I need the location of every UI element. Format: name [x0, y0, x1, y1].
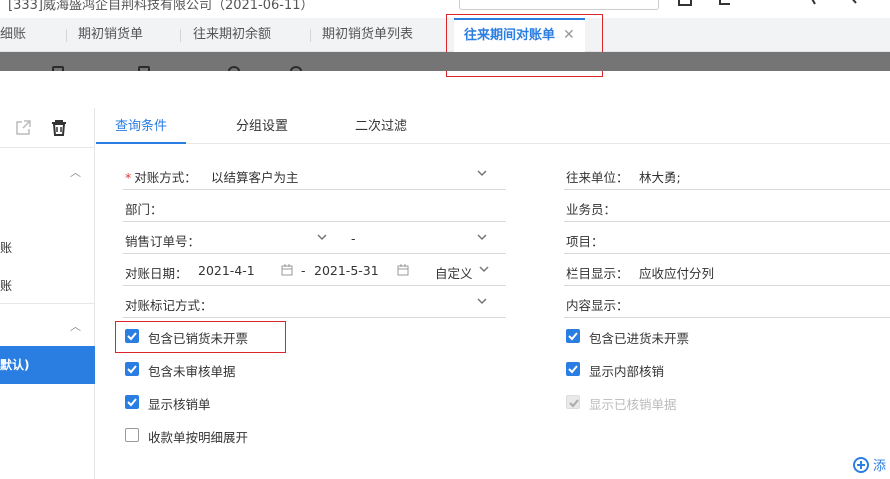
top-header: [333]威海盛鸿企自荆科技有限公司（2021-06-11）	[0, 0, 890, 18]
close-icon[interactable]: ✕	[563, 27, 575, 43]
partner-value: 林大勇;	[639, 170, 681, 185]
checkbox-label: 包含已进货未开票	[589, 331, 690, 346]
tab-separator	[310, 29, 311, 42]
field-mark-method[interactable]: 对账标记方式：	[123, 286, 506, 318]
tab-query-conditions[interactable]: 查询条件	[96, 108, 187, 144]
chevron-up-icon[interactable]: ︿	[70, 318, 81, 334]
chevron-down-icon[interactable]	[476, 295, 488, 307]
chevron-down-icon[interactable]	[478, 263, 490, 275]
open-external-icon[interactable]	[14, 119, 32, 137]
tab-period-statement[interactable]: 往来期间对账单 ✕	[454, 18, 585, 52]
tab-opening-sales[interactable]: 期初销货单	[78, 18, 143, 52]
checkbox-label: 显示核销单	[148, 397, 211, 412]
field-salesman[interactable]: 业务员：	[564, 190, 890, 222]
salesman-label: 业务员：	[566, 202, 617, 217]
sales-order-label: 销售订单号：	[125, 234, 201, 249]
sub-tab-bar: 查询条件 分组设置 二次过滤	[96, 108, 890, 144]
tab-secondary-filter[interactable]: 二次过滤	[355, 108, 407, 144]
project-label: 项目：	[566, 234, 604, 249]
add-condition-button[interactable]: 添	[853, 455, 886, 474]
calendar-icon[interactable]	[281, 264, 293, 276]
content-display-label: 内容显示：	[566, 298, 629, 313]
mark-method-label: 对账标记方式：	[125, 298, 213, 313]
scheme-panel-toolbar	[0, 108, 95, 148]
company-title: [333]威海盛鸿企自荆科技有限公司（2021-06-11）	[8, 0, 314, 13]
tab-separator	[180, 29, 181, 42]
toolbar-print-icon[interactable]	[52, 66, 92, 71]
field-department[interactable]: 部门：	[123, 190, 506, 222]
checkbox-disabled-icon	[566, 395, 580, 409]
chevron-up-icon[interactable]: ︿	[70, 164, 81, 180]
scheme-item[interactable]: 账	[0, 277, 12, 294]
bell-icon[interactable]	[766, 0, 780, 6]
required-mark: *	[125, 170, 132, 185]
checkbox-checked-icon[interactable]	[566, 362, 580, 376]
top-search-input[interactable]	[459, 0, 659, 10]
scheme-panel: ︿ 账 账 ︿ 默认)	[0, 108, 95, 479]
chevron-down-icon[interactable]	[316, 231, 328, 243]
column-display-value: 应收应付分列	[639, 266, 715, 281]
checkbox-checked-icon[interactable]	[125, 362, 139, 376]
column-display-label: 栏目显示：	[566, 266, 629, 281]
checkbox-unchecked-icon[interactable]	[125, 428, 139, 442]
calendar-icon[interactable]	[397, 264, 409, 276]
checkbox-checked-icon[interactable]	[566, 329, 580, 343]
checkbox-checked-icon[interactable]	[125, 329, 139, 343]
field-content-display[interactable]: 内容显示：	[564, 286, 890, 318]
checkbox-label: 收款单按明细展开	[148, 430, 249, 445]
tab-separator	[66, 29, 67, 42]
toolbar-export-icon[interactable]	[138, 66, 178, 71]
scheme-item-default[interactable]: 默认)	[0, 346, 95, 384]
user-icon[interactable]	[846, 0, 860, 6]
department-label: 部门：	[125, 202, 163, 217]
checkbox-label: 包含未审核单据	[148, 364, 236, 379]
field-reconcile-method[interactable]: * 对账方式： 以结算客户为主	[123, 158, 506, 190]
checkbox-label: 包含已销货未开票	[148, 331, 249, 346]
checkbox-label: 显示内部核销	[589, 364, 665, 379]
add-label: 添	[873, 459, 887, 474]
field-partner[interactable]: 往来单位： 林大勇;	[564, 158, 890, 190]
chevron-down-icon[interactable]	[476, 167, 488, 179]
toolbar	[0, 52, 890, 71]
date-mode-select[interactable]: 自定义	[435, 263, 473, 282]
scheme-item[interactable]: 账	[0, 239, 12, 256]
field-sales-order-no[interactable]: 销售订单号： -	[123, 222, 506, 254]
date-to-input[interactable]: 2021-5-31	[314, 263, 379, 278]
checkbox-label: 显示已核销单据	[589, 397, 677, 412]
tab-opening-sales-list[interactable]: 期初销货单列表	[322, 18, 413, 52]
checkbox-checked-icon[interactable]	[125, 395, 139, 409]
home-icon[interactable]	[678, 0, 692, 6]
range-separator: -	[301, 263, 306, 278]
tab-detail-ledger[interactable]: 细账	[0, 18, 26, 52]
add-circle-icon	[853, 457, 869, 473]
toolbar-refresh-icon[interactable]	[228, 66, 268, 71]
tab-opening-balance[interactable]: 往来期初余额	[193, 18, 271, 52]
tab-period-statement-label: 往来期间对账单	[464, 28, 556, 43]
scheme-group-2: ︿	[0, 304, 95, 346]
reconcile-method-label: 对账方式：	[134, 170, 197, 185]
toolbar-search-icon[interactable]	[290, 66, 330, 71]
field-project[interactable]: 项目：	[564, 222, 890, 254]
field-column-display[interactable]: 栏目显示： 应收应付分列	[564, 254, 890, 286]
trash-icon[interactable]	[50, 119, 68, 137]
reconcile-method-value: 以结算客户为主	[211, 170, 299, 185]
grid-icon[interactable]	[718, 0, 732, 6]
settings-icon[interactable]	[806, 0, 820, 6]
range-separator: -	[351, 231, 356, 246]
partner-label: 往来单位：	[566, 170, 629, 185]
field-reconcile-date[interactable]: 对账日期： 2021-4-1 - 2021-5-31 自定义	[123, 254, 506, 286]
chevron-down-icon[interactable]	[476, 231, 488, 243]
date-from-input[interactable]: 2021-4-1	[198, 263, 255, 278]
tab-group-settings[interactable]: 分组设置	[236, 108, 288, 144]
scheme-group-1: ︿ 账 账	[0, 148, 95, 304]
reconcile-date-label: 对账日期：	[125, 266, 188, 281]
tab-bar: 细账 期初销货单 往来期初余额 期初销货单列表 往来期间对账单 ✕	[0, 18, 890, 52]
